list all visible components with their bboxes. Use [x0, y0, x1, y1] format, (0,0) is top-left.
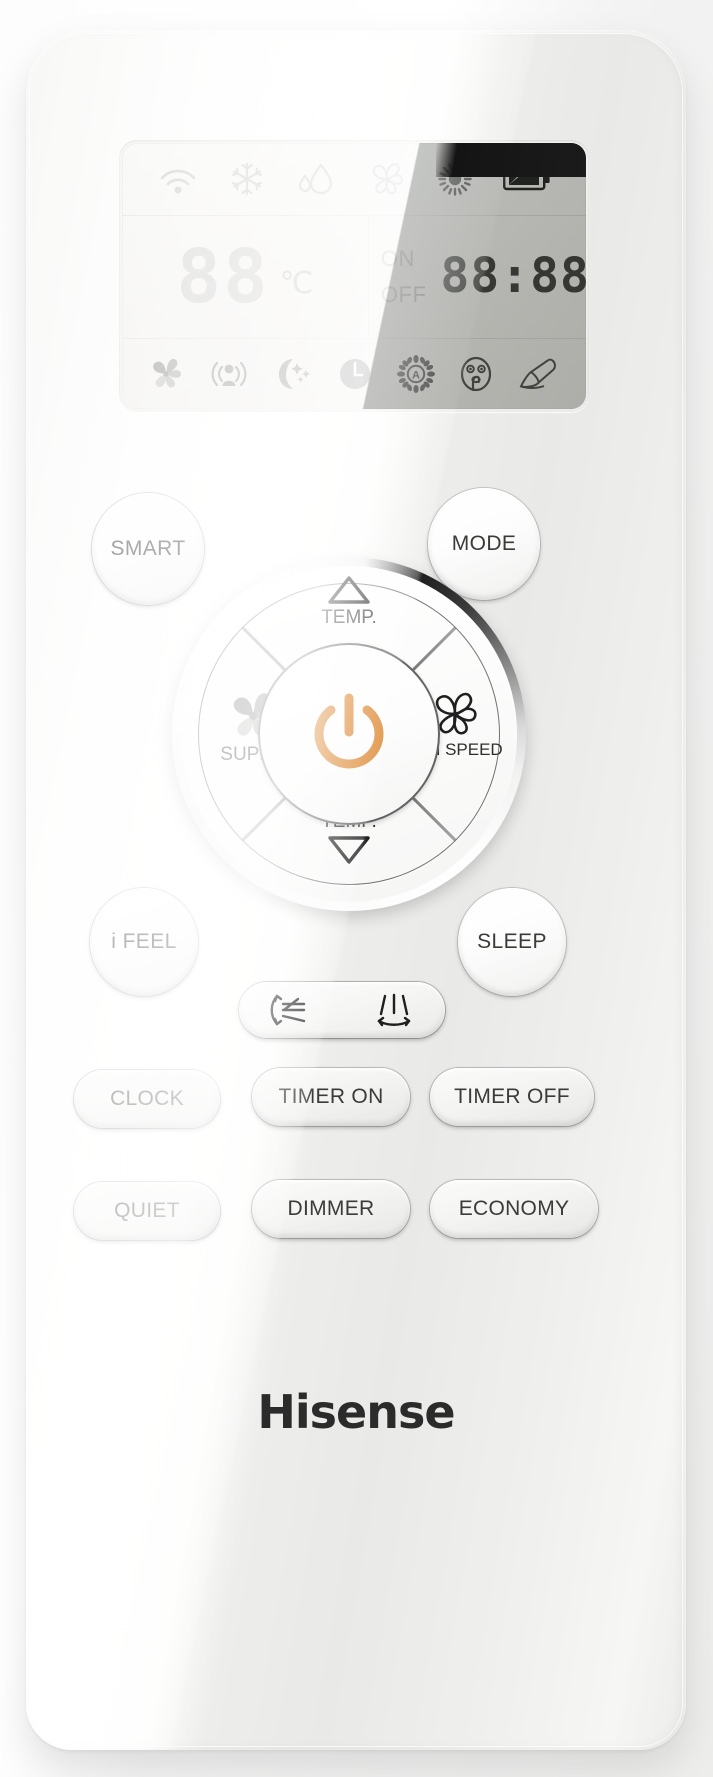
- lcd-main-row: 88 ℃ ON OFF 88:88: [122, 215, 586, 339]
- dimmer-label: DIMMER: [287, 1197, 375, 1220]
- timer-off-indicator: OFF: [380, 282, 427, 307]
- quiet-face-icon: [458, 355, 494, 393]
- lcd-temperature-area: 88 ℃: [122, 216, 369, 338]
- timer-off-label: TIMER OFF: [454, 1085, 570, 1108]
- lcd-feature-icon-row: A: [122, 339, 586, 409]
- economy-icon: [518, 357, 560, 391]
- timer-on-indicator: ON: [380, 246, 415, 271]
- ifeel-person-icon: [208, 358, 250, 390]
- clock-label: CLOCK: [110, 1087, 184, 1110]
- ifeel-button[interactable]: i FEEL: [90, 888, 198, 996]
- sleep-label: SLEEP: [477, 930, 547, 953]
- clock-button[interactable]: CLOCK: [74, 1070, 220, 1128]
- power-button[interactable]: [258, 643, 440, 825]
- timer-on-label: TIMER ON: [278, 1085, 384, 1108]
- temp-up-label: TEMP.: [321, 607, 377, 628]
- timer-onoff-labels: ON OFF: [381, 246, 427, 308]
- sun-icon: [437, 162, 472, 196]
- fan-icon: [367, 161, 407, 197]
- lcd-bezel: 88 ℃ ON OFF 88:88 A: [119, 140, 589, 412]
- horizontal-swing-icon: [371, 990, 417, 1030]
- swing-button[interactable]: [239, 982, 445, 1038]
- control-dial: TEMP. SUPER FAN SPEED: [172, 557, 526, 911]
- snowflake-icon: [229, 161, 265, 197]
- economy-label: ECONOMY: [458, 1197, 570, 1220]
- triangle-down-icon: [328, 836, 370, 864]
- lcd-status-icon-row: [122, 143, 586, 215]
- battery-icon: [502, 166, 551, 192]
- economy-button[interactable]: ECONOMY: [430, 1180, 598, 1238]
- timer-on-button[interactable]: TIMER ON: [252, 1068, 410, 1126]
- timer-off-button[interactable]: TIMER OFF: [430, 1068, 594, 1126]
- water-drop-icon: [296, 162, 336, 196]
- ifeel-label: i FEEL: [111, 930, 177, 953]
- quiet-button[interactable]: QUIET: [74, 1182, 220, 1240]
- moon-stars-icon: [273, 357, 313, 391]
- temperature-unit: ℃: [279, 266, 314, 300]
- mode-button-label: MODE: [451, 532, 517, 555]
- clock-value: 88:88: [440, 248, 586, 305]
- power-icon: [314, 693, 384, 769]
- vertical-swing-icon: [268, 990, 314, 1030]
- signal-icon: [158, 164, 198, 194]
- dimmer-button[interactable]: DIMMER: [252, 1180, 410, 1238]
- lcd-display: 88 ℃ ON OFF 88:88 A: [122, 143, 586, 409]
- sleep-button[interactable]: SLEEP: [458, 888, 566, 996]
- temperature-value: 88: [176, 233, 270, 320]
- auto-fan-icon: A: [396, 355, 435, 393]
- super-spiral-icon: [148, 356, 184, 392]
- quiet-label: QUIET: [114, 1199, 180, 1222]
- svg-text:A: A: [412, 370, 420, 382]
- remote-control-body: 88 ℃ ON OFF 88:88 A SMART MODE TEMP. SUP…: [26, 30, 686, 1750]
- lcd-timer-area: ON OFF 88:88: [369, 216, 586, 338]
- brand-logo: Hisense: [257, 1385, 455, 1439]
- triangle-up-icon: [328, 576, 370, 604]
- clock-icon: [337, 356, 373, 392]
